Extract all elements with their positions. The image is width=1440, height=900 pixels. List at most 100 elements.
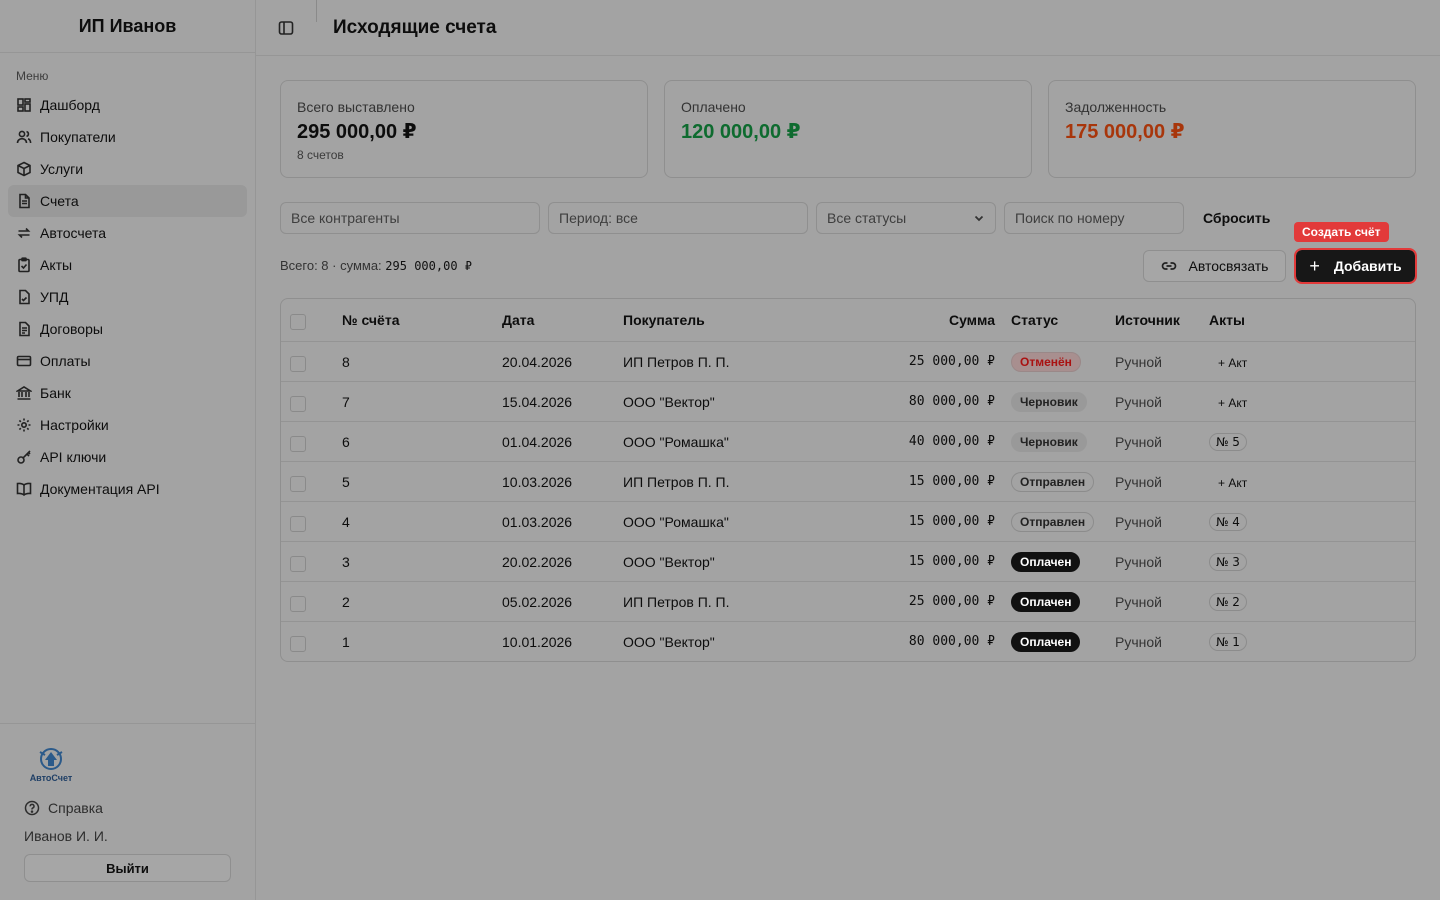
act-number-badge[interactable]: № 1 <box>1209 632 1247 651</box>
reset-filters-button[interactable]: Сбросить <box>1203 210 1270 226</box>
table-row[interactable]: 3 20.02.2026 ООО "Вектор" 15 000,00 ₽ Оплаче… <box>281 541 1415 581</box>
invoice-sum: 15 000,00 ₽ <box>908 554 995 569</box>
invoice-number: 1 <box>342 633 350 650</box>
sidebar-item-10[interactable]: Настройки <box>8 409 247 441</box>
row-select-cell <box>281 392 342 412</box>
table-row[interactable]: 6 01.04.2026 ООО "Ромашка" 40 000,00 ₽ Черно… <box>281 421 1415 461</box>
invoice-source: Ручной <box>1115 353 1162 370</box>
act-number-badge[interactable]: № 4 <box>1209 512 1247 531</box>
row-checkbox[interactable] <box>290 355 306 372</box>
link-icon <box>1161 262 1176 270</box>
card-debt: Задолженность 175 000,00 ₽ <box>1048 80 1416 178</box>
card-debt-value: 175 000,00 ₽ <box>1065 121 1185 143</box>
add-act-button[interactable]: + Акт <box>1218 396 1247 410</box>
help-link[interactable]: Справка <box>24 800 231 816</box>
col-acts[interactable]: Акты <box>1209 312 1309 328</box>
summary-text: Всего: 8 · сумма: 295 000,00 ₽ <box>280 258 472 273</box>
row-select-cell <box>281 472 342 492</box>
status-badge: Оплачен <box>1011 631 1081 652</box>
menu-caption: Меню <box>16 69 49 83</box>
dashboard-icon <box>17 98 31 112</box>
sidebar-item-label: Покупатели <box>40 129 116 145</box>
sidebar-footer: АвтоСчет Справка Иванов И. И. Выйти <box>0 723 255 900</box>
row-checkbox[interactable] <box>290 395 306 412</box>
add-act-button[interactable]: + Акт <box>1218 356 1247 370</box>
acts-cell: № 4 <box>1209 512 1309 531</box>
main-content: Всего выставлено 295 000,00 ₽ 8 счетов О… <box>280 80 1417 662</box>
act-number-badge[interactable]: № 2 <box>1209 592 1247 611</box>
sidebar-item-3[interactable]: Счета <box>8 185 247 217</box>
row-checkbox[interactable] <box>290 475 306 492</box>
table-row[interactable]: 2 05.02.2026 ИП Петров П. П. 25 000,00 ₽ Опл… <box>281 581 1415 621</box>
plus-icon: + <box>1309 255 1320 276</box>
brand-title: ИП Иванов <box>0 0 255 53</box>
sidebar-toggle-button[interactable] <box>256 0 316 56</box>
user-name: Иванов И. И. <box>24 828 108 844</box>
sidebar-item-6[interactable]: УПД <box>8 281 247 313</box>
row-checkbox[interactable] <box>290 435 306 452</box>
search-number-input[interactable]: Поиск по номеру <box>1004 202 1184 234</box>
invoice-date: 20.02.2026 <box>502 553 573 570</box>
sidebar-item-2[interactable]: Услуги <box>8 153 247 185</box>
act-number-badge[interactable]: № 5 <box>1209 432 1247 451</box>
sidebar-item-4[interactable]: Автосчета <box>8 217 247 249</box>
card-total-sub: 8 счетов <box>297 148 344 162</box>
row-checkbox[interactable] <box>290 635 306 652</box>
file-text-icon <box>19 321 30 337</box>
sidebar-item-9[interactable]: Банк <box>8 377 247 409</box>
sidebar-item-0[interactable]: Дашборд <box>8 89 247 121</box>
acts-cell: + Акт <box>1209 474 1309 490</box>
select-all-checkbox[interactable] <box>290 314 306 330</box>
sidebar-item-label: Дашборд <box>40 97 100 113</box>
invoice-buyer: ООО "Вектор" <box>623 393 715 410</box>
sidebar-item-5[interactable]: Акты <box>8 249 247 281</box>
table-header-row: № счёта Дата Покупатель Сумма Статус Ист… <box>281 299 1415 341</box>
status-select[interactable]: Все статусы <box>816 202 996 234</box>
sidebar-item-1[interactable]: Покупатели <box>8 121 247 153</box>
status-cell: Оплачен <box>995 591 1115 612</box>
table-row[interactable]: 5 10.03.2026 ИП Петров П. П. 15 000,00 ₽ Отп… <box>281 461 1415 501</box>
invoice-date: 10.03.2026 <box>502 473 573 490</box>
row-checkbox[interactable] <box>290 595 306 612</box>
row-checkbox[interactable] <box>290 515 306 532</box>
acts-cell: № 3 <box>1209 552 1309 571</box>
col-number[interactable]: № счёта <box>342 312 502 328</box>
table-row[interactable]: 7 15.04.2026 ООО "Вектор" 80 000,00 ₽ Чернов… <box>281 381 1415 421</box>
row-select-cell <box>281 512 342 532</box>
sidebar-item-label: Документация API <box>40 481 160 497</box>
invoice-source: Ручной <box>1115 433 1162 450</box>
row-select-cell <box>281 632 342 652</box>
card-debt-label: Задолженность <box>1065 99 1167 115</box>
col-status[interactable]: Статус <box>995 312 1115 328</box>
add-invoice-button[interactable]: + Добавить <box>1294 248 1417 284</box>
table-row[interactable]: 4 01.03.2026 ООО "Ромашка" 15 000,00 ₽ Отпра… <box>281 501 1415 541</box>
add-act-button[interactable]: + Акт <box>1218 476 1247 490</box>
col-buyer[interactable]: Покупатель <box>623 312 833 328</box>
col-source[interactable]: Источник <box>1115 312 1209 328</box>
logo-icon <box>39 748 63 770</box>
header-divider <box>316 0 317 22</box>
file-check-icon <box>19 289 30 305</box>
invoice-number: 3 <box>342 553 350 570</box>
col-sum[interactable]: Сумма <box>833 312 995 328</box>
acts-cell: № 5 <box>1209 432 1309 451</box>
table-row[interactable]: 8 20.04.2026 ИП Петров П. П. 25 000,00 ₽ Отм… <box>281 341 1415 381</box>
sidebar-item-11[interactable]: API ключи <box>8 441 247 473</box>
status-badge: Оплачен <box>1011 551 1081 572</box>
autolink-button[interactable]: Автосвязать <box>1143 250 1286 282</box>
row-select-cell <box>281 352 342 372</box>
col-date[interactable]: Дата <box>502 312 623 328</box>
table-row[interactable]: 1 10.01.2026 ООО "Вектор" 80 000,00 ₽ Оплаче… <box>281 621 1415 661</box>
sidebar-item-8[interactable]: Оплаты <box>8 345 247 377</box>
sidebar-item-7[interactable]: Договоры <box>8 313 247 345</box>
sidebar-toggle-icon <box>278 20 294 35</box>
logout-button[interactable]: Выйти <box>24 854 231 882</box>
period-filter-input[interactable]: Период: все <box>548 202 808 234</box>
sidebar-item-12[interactable]: Документация API <box>8 473 247 505</box>
invoice-buyer: ИП Петров П. П. <box>623 473 730 490</box>
counterparty-filter-input[interactable]: Все контрагенты <box>280 202 540 234</box>
invoice-number: 7 <box>342 393 350 410</box>
status-cell: Отменён <box>995 351 1115 372</box>
row-checkbox[interactable] <box>290 555 306 572</box>
act-number-badge[interactable]: № 3 <box>1209 552 1247 571</box>
